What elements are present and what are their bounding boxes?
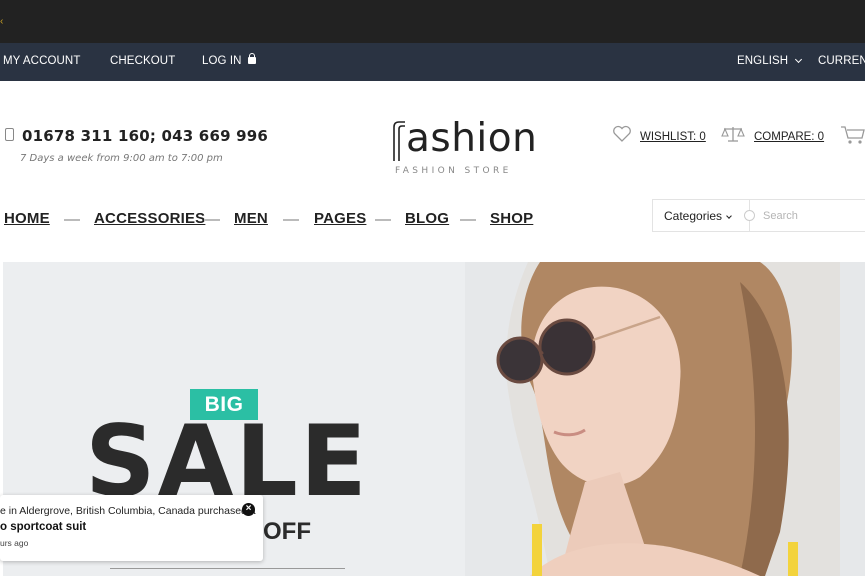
notification-product[interactable]: o sportcoat suit — [0, 521, 86, 533]
nav-accessories[interactable]: ACCESSORIES — [94, 210, 205, 227]
opening-hours: 7 Days a week from 9:00 am to 7:00 pm — [20, 153, 223, 164]
logo-wordmark: ashion — [406, 116, 538, 161]
search-input[interactable] — [763, 206, 863, 226]
model-photo — [496, 262, 840, 576]
chevron-down-icon — [726, 213, 732, 219]
login-link[interactable]: LOG IN — [202, 53, 256, 67]
compare-scale-icon[interactable] — [721, 125, 745, 143]
purchase-notification[interactable]: e in Aldergrove, British Columbia, Canad… — [0, 495, 263, 561]
chevron-down-icon — [795, 55, 803, 64]
category-toggle-icon[interactable] — [744, 210, 755, 221]
site-header: 01678 311 160; 043 669 996 7 Days a week… — [0, 81, 865, 181]
nav-shop[interactable]: SHOP — [490, 210, 533, 227]
nav-blog[interactable]: BLOG — [405, 210, 449, 227]
wishlist-link[interactable]: WISHLIST: 0 — [640, 131, 706, 143]
logo-tagline: FASHION STORE — [395, 166, 512, 176]
category-select[interactable]: Categories — [664, 209, 732, 223]
currency-dropdown[interactable]: CURRENC — [818, 55, 865, 67]
my-account-link[interactable]: MY ACCOUNT — [3, 55, 80, 67]
heart-icon[interactable] — [612, 125, 632, 143]
close-icon[interactable]: × — [242, 503, 255, 516]
hero-off-label: OFF — [263, 518, 311, 545]
browser-edge-glyph: ‹ — [0, 16, 4, 27]
site-logo[interactable]: ashion FASHION STORE — [392, 119, 537, 179]
top-bar: MY ACCOUNT CHECKOUT LOG IN ENGLISH CURRE… — [0, 43, 865, 81]
nav-men[interactable]: MEN — [234, 210, 268, 227]
notification-time: urs ago — [0, 538, 29, 548]
notification-message: e in Aldergrove, British Columbia, Canad… — [0, 505, 256, 517]
main-navigation: HOME ACCESSORIES MEN PAGES BLOG SHOP — [0, 200, 640, 240]
cart-icon[interactable] — [840, 125, 865, 145]
logo-f-mark-icon — [393, 121, 405, 161]
nav-separator — [64, 219, 80, 221]
nav-separator — [204, 219, 220, 221]
category-select-label: Categories — [664, 209, 723, 223]
search-bar: Categories — [652, 199, 865, 232]
nav-separator — [375, 219, 391, 221]
nav-pages[interactable]: PAGES — [314, 210, 366, 227]
lock-icon — [247, 53, 256, 64]
hero-underline — [110, 568, 345, 569]
checkout-link[interactable]: CHECKOUT — [110, 55, 175, 67]
compare-link[interactable]: COMPARE: 0 — [754, 131, 824, 143]
nav-separator — [283, 219, 299, 221]
language-label: ENGLISH — [737, 55, 789, 67]
phone-numbers: 01678 311 160; 043 669 996 — [22, 127, 269, 145]
login-label: LOG IN — [202, 55, 242, 67]
nav-separator — [460, 219, 476, 221]
language-dropdown[interactable]: ENGLISH — [737, 55, 803, 67]
phone-icon — [5, 128, 14, 141]
browser-strip: ‹ — [0, 0, 865, 43]
nav-home[interactable]: HOME — [4, 210, 50, 227]
